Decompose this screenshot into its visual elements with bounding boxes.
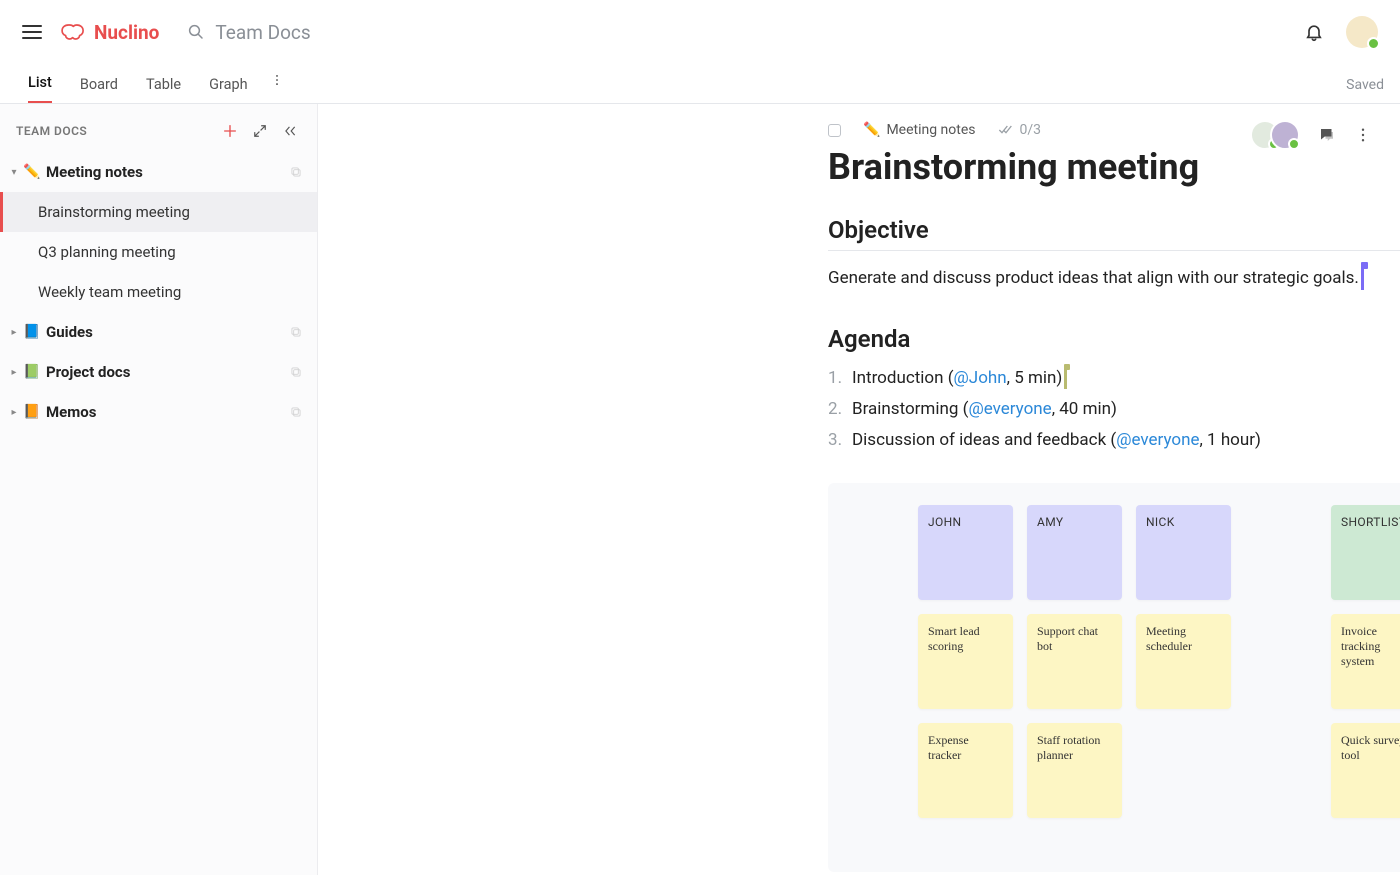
sidebar-sub-label: Q3 planning meeting	[38, 243, 176, 261]
tasks-progress[interactable]: 0/3	[998, 122, 1042, 138]
chevron-right-icon: ▸	[8, 327, 20, 338]
mention[interactable]: @everyone	[968, 399, 1051, 419]
sidebar-item-label: Memos	[46, 403, 289, 421]
agenda-item[interactable]: Brainstorming (@everyone, 40 min)	[828, 394, 1400, 425]
agenda-item[interactable]: Introduction (@John, 5 min)	[828, 363, 1400, 394]
chevron-down-icon: ▾	[8, 167, 20, 178]
tab-table[interactable]: Table	[146, 76, 181, 103]
search[interactable]: Team Docs	[187, 21, 310, 44]
chevron-right-icon: ▸	[8, 407, 20, 418]
agenda-item[interactable]: Discussion of ideas and feedback (@every…	[828, 425, 1400, 456]
tab-more-icon[interactable]	[270, 73, 284, 103]
sidebar-sub-label: Weekly team meeting	[38, 283, 181, 301]
expand-icon[interactable]	[249, 120, 271, 142]
canvas-sticky[interactable]: Meeting scheduler	[1136, 614, 1231, 709]
brain-icon	[60, 20, 88, 44]
objective-text[interactable]: Generate and discuss product ideas that …	[828, 265, 1400, 291]
collaborator-cursor-purple	[1361, 268, 1364, 290]
canvas-header-note[interactable]: AMY	[1027, 505, 1122, 600]
canvas-header-note[interactable]: NICK	[1136, 505, 1231, 600]
canvas-embed[interactable]: CANVAS JOHN AMY NICK SHORTLIST Smart lea…	[828, 483, 1400, 872]
collaborator-cursor-olive	[1064, 369, 1067, 389]
menu-icon[interactable]	[22, 25, 42, 39]
canvas-sticky[interactable]: Staff rotation planner	[1027, 723, 1122, 818]
book-orange-icon: 📙	[22, 404, 42, 420]
search-icon	[187, 23, 205, 41]
breadcrumb-label: Meeting notes	[886, 122, 975, 138]
copy-icon[interactable]	[289, 165, 303, 179]
breadcrumb[interactable]: ✏️ Meeting notes	[863, 122, 976, 138]
sidebar-item-project-docs[interactable]: ▸ 📗 Project docs	[0, 352, 317, 392]
canvas-sticky[interactable]: Quick survey tool	[1331, 723, 1400, 818]
copy-icon[interactable]	[289, 325, 303, 339]
brand-name: Nuclino	[94, 21, 159, 44]
canvas-sticky[interactable]: Invoice tracking system	[1331, 614, 1400, 709]
pencil-icon: ✏️	[863, 122, 880, 138]
add-page-button[interactable]	[219, 120, 241, 142]
pencil-icon: ✏️	[22, 164, 42, 180]
mention[interactable]: @John	[954, 368, 1007, 388]
tab-list[interactable]: List	[28, 74, 52, 103]
sidebar-sub-brainstorming[interactable]: Brainstorming meeting	[0, 192, 317, 232]
copy-icon[interactable]	[289, 365, 303, 379]
sidebar-item-meeting-notes[interactable]: ▾ ✏️ Meeting notes	[0, 152, 317, 192]
chevron-right-icon: ▸	[8, 367, 20, 378]
search-placeholder: Team Docs	[215, 21, 310, 44]
sidebar-sub-q3-planning[interactable]: Q3 planning meeting	[0, 232, 317, 272]
collapse-sidebar-icon[interactable]	[279, 120, 301, 142]
objective-heading: Objective	[828, 216, 1400, 244]
canvas-sticky[interactable]: Smart lead scoring	[918, 614, 1013, 709]
canvas-sticky[interactable]: Support chat bot	[1027, 614, 1122, 709]
book-blue-icon: 📘	[22, 324, 42, 340]
page-title[interactable]: Brainstorming meeting	[828, 146, 1400, 188]
checkbox-icon[interactable]	[828, 124, 841, 137]
objective-text-content: Generate and discuss product ideas that …	[828, 268, 1359, 288]
save-status: Saved	[1346, 77, 1384, 103]
double-check-icon	[998, 124, 1014, 136]
canvas-header-note[interactable]: JOHN	[918, 505, 1013, 600]
sidebar-item-memos[interactable]: ▸ 📙 Memos	[0, 392, 317, 432]
tab-board[interactable]: Board	[80, 76, 118, 103]
current-user-avatar[interactable]	[1346, 16, 1378, 48]
tab-graph[interactable]: Graph	[209, 76, 248, 103]
sidebar: TEAM DOCS ▾ ✏️ Meeting notes Brainstormi…	[0, 104, 318, 875]
sidebar-item-label: Project docs	[46, 363, 289, 381]
tasks-progress-text: 0/3	[1020, 122, 1042, 138]
sidebar-item-label: Meeting notes	[46, 163, 289, 181]
agenda-list[interactable]: Introduction (@John, 5 min) Brainstormin…	[828, 363, 1400, 455]
canvas-sticky[interactable]: Expense tracker	[918, 723, 1013, 818]
sidebar-sub-weekly-team[interactable]: Weekly team meeting	[0, 272, 317, 312]
book-green-icon: 📗	[22, 364, 42, 380]
sidebar-item-guides[interactable]: ▸ 📘 Guides	[0, 312, 317, 352]
notifications-icon[interactable]	[1304, 22, 1324, 42]
sidebar-sub-label: Brainstorming meeting	[38, 203, 190, 221]
agenda-heading: Agenda	[828, 325, 1400, 353]
sidebar-item-label: Guides	[46, 323, 289, 341]
sidebar-title: TEAM DOCS	[16, 124, 211, 138]
mention[interactable]: @everyone	[1116, 430, 1199, 450]
copy-icon[interactable]	[289, 405, 303, 419]
canvas-shortlist-header[interactable]: SHORTLIST	[1331, 505, 1400, 600]
brand-logo[interactable]: Nuclino	[60, 20, 159, 44]
